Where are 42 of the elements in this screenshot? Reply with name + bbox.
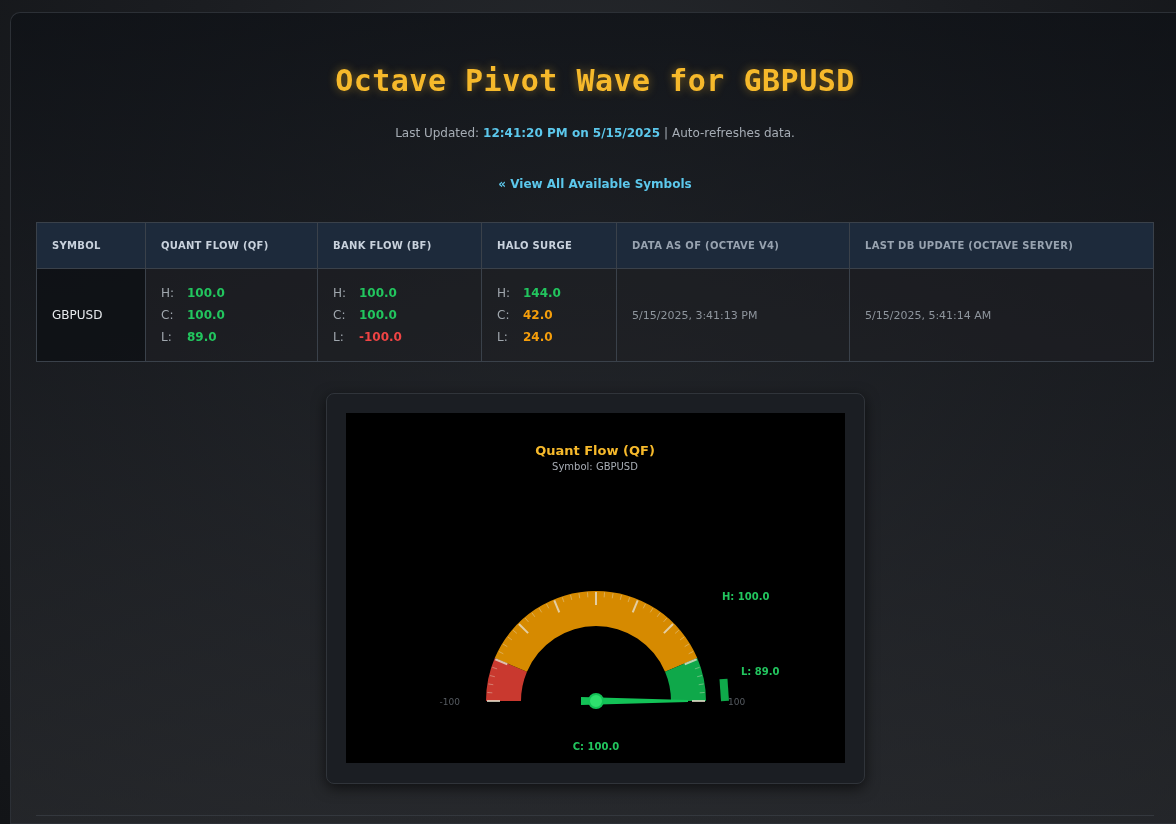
level-label: L: bbox=[161, 329, 173, 346]
table-cell: 5/15/2025, 3:41:13 PM bbox=[616, 268, 850, 362]
level-value: 89.0 bbox=[187, 330, 217, 344]
low-label: L: 89.0 bbox=[740, 666, 780, 677]
level-label: L: bbox=[333, 329, 345, 346]
level-value: 100.0 bbox=[187, 308, 225, 322]
level-value: 100.0 bbox=[359, 286, 397, 300]
level-label: C: bbox=[497, 307, 511, 324]
level-label: C: bbox=[333, 307, 347, 324]
level-value: 24.0 bbox=[523, 330, 553, 344]
min-label: -100 bbox=[439, 697, 460, 707]
column-header: BANK FLOW (BF) bbox=[317, 222, 482, 269]
level-label: H: bbox=[497, 285, 512, 302]
level-label: L: bbox=[497, 329, 509, 346]
danger-zone bbox=[485, 658, 527, 701]
column-header: LAST DB UPDATE (OCTAVE SERVER) bbox=[849, 222, 1154, 269]
table-cell: GBPUSD bbox=[36, 268, 146, 362]
column-header: HALO SURGE bbox=[481, 222, 617, 269]
page-title: Octave Pivot Wave for GBPUSD bbox=[334, 62, 856, 99]
level-value: -100.0 bbox=[359, 330, 402, 344]
level-value: 100.0 bbox=[359, 308, 397, 322]
low-marker bbox=[719, 678, 729, 702]
gauge-subtitle: Symbol: GBPUSD bbox=[551, 461, 639, 472]
gauge-title: Quant Flow (QF) bbox=[534, 442, 656, 458]
safe-zone bbox=[664, 658, 706, 701]
max-label: 100 bbox=[727, 697, 745, 707]
refresh-note: | Auto-refreshes data. bbox=[664, 126, 795, 140]
column-header: QUANT FLOW (QF) bbox=[145, 222, 318, 269]
column-header: DATA AS OF (OCTAVE V4) bbox=[616, 222, 850, 269]
level-label: C: bbox=[161, 307, 175, 324]
level-value: 144.0 bbox=[523, 286, 561, 300]
column-header: SYMBOL bbox=[36, 222, 146, 269]
close-label: C: 100.0 bbox=[572, 741, 619, 752]
level-value: 100.0 bbox=[187, 286, 225, 300]
level-label: H: bbox=[161, 285, 176, 302]
symbols-link[interactable]: « View All Available Symbols bbox=[498, 177, 692, 191]
updated-label: Last Updated: bbox=[395, 126, 480, 140]
level-label: H: bbox=[333, 285, 348, 302]
high-label: H: 100.0 bbox=[721, 591, 769, 602]
table-cell: 5/15/2025, 5:41:14 AM bbox=[849, 268, 1154, 362]
updated-time: 12:41:20 PM on 5/15/2025 bbox=[483, 126, 661, 140]
level-value: 42.0 bbox=[523, 308, 553, 322]
